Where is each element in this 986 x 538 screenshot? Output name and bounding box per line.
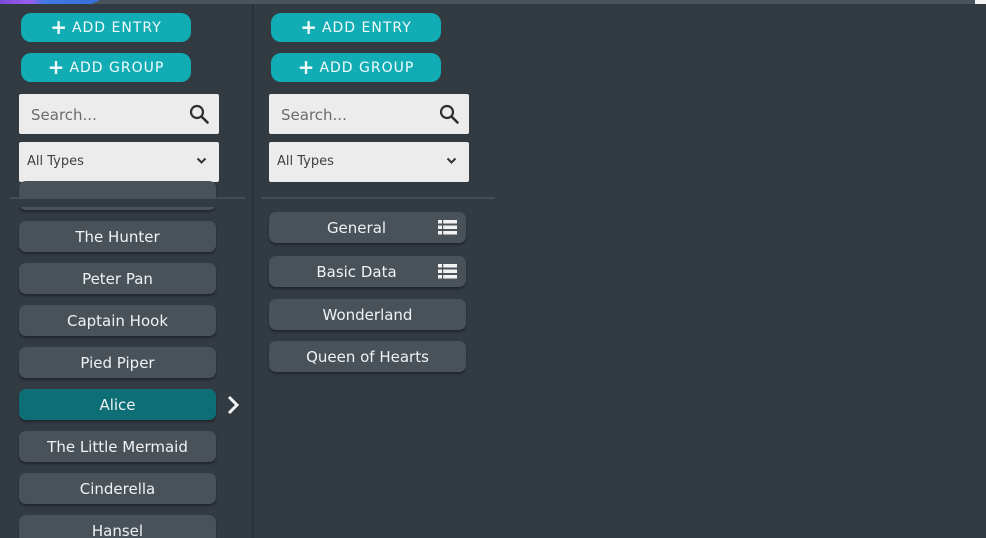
type-filter-select[interactable]: All Types xyxy=(19,142,219,182)
search-input[interactable]: Search... xyxy=(281,106,347,124)
list-item-label: The Hunter xyxy=(75,227,160,246)
top-corner xyxy=(975,0,986,4)
list-item-selected[interactable]: Alice xyxy=(19,389,216,420)
chevron-down-icon xyxy=(196,157,207,164)
group-item-label: Wonderland xyxy=(322,305,413,324)
add-entry-label: ADD ENTRY xyxy=(321,19,412,36)
list-icon[interactable] xyxy=(438,220,457,235)
add-group-label: ADD GROUP xyxy=(69,59,165,76)
list-item-label: Cinderella xyxy=(79,479,156,498)
search-icon[interactable] xyxy=(189,104,209,124)
group-item[interactable]: Basic Data xyxy=(269,256,466,287)
group-item-label: Basic Data xyxy=(316,262,397,281)
list-item-label: The Little Mermaid xyxy=(47,437,188,456)
group-item[interactable]: Queen of Hearts xyxy=(269,341,466,372)
type-filter-value: All Types xyxy=(27,154,84,169)
plus-icon: + xyxy=(297,54,316,79)
add-group-button[interactable]: + ADD GROUP xyxy=(271,53,441,82)
add-entry-button[interactable]: + ADD ENTRY xyxy=(21,13,191,42)
list-item[interactable]: Pied Piper xyxy=(19,347,216,378)
search-box[interactable]: Search... xyxy=(19,94,219,134)
list-item-label: Pied Piper xyxy=(80,353,155,372)
list-item-label: Peter Pan xyxy=(82,269,153,288)
chevron-right-icon xyxy=(227,395,240,415)
plus-icon: + xyxy=(47,54,66,79)
list-item[interactable]: The Hunter xyxy=(19,221,216,252)
separator xyxy=(261,197,495,199)
list-mask xyxy=(10,199,245,207)
list-item[interactable]: Cinderella xyxy=(19,473,216,504)
chevron-down-icon xyxy=(446,157,457,164)
list-item-label: Hansel xyxy=(91,521,144,538)
add-group-label: ADD GROUP xyxy=(319,59,415,76)
group-panel: + ADD ENTRY + ADD GROUP Search... All Ty… xyxy=(254,0,514,538)
search-icon[interactable] xyxy=(439,104,459,124)
add-entry-button[interactable]: + ADD ENTRY xyxy=(271,13,441,42)
list-item[interactable]: Hansel xyxy=(19,515,216,538)
add-entry-label: ADD ENTRY xyxy=(71,19,162,36)
list-icon[interactable] xyxy=(438,264,457,279)
list-item[interactable]: The Little Mermaid xyxy=(19,431,216,462)
plus-icon: + xyxy=(300,14,318,39)
search-box[interactable]: Search... xyxy=(269,94,469,134)
search-input[interactable]: Search... xyxy=(31,106,97,124)
group-item[interactable]: Wonderland xyxy=(269,299,466,330)
entries-panel: + ADD ENTRY + ADD GROUP Search... All Ty… xyxy=(0,0,253,538)
list-item[interactable]: Peter Pan xyxy=(19,263,216,294)
group-item-label: General xyxy=(326,218,387,237)
type-filter-select[interactable]: All Types xyxy=(269,142,469,182)
group-item[interactable]: General xyxy=(269,212,466,243)
add-group-button[interactable]: + ADD GROUP xyxy=(21,53,191,82)
plus-icon: + xyxy=(50,14,68,39)
list-item-label: Alice xyxy=(99,395,136,414)
group-item-label: Queen of Hearts xyxy=(306,347,429,366)
type-filter-value: All Types xyxy=(277,154,334,169)
list-item-label: Captain Hook xyxy=(66,311,169,330)
list-item[interactable]: Captain Hook xyxy=(19,305,216,336)
